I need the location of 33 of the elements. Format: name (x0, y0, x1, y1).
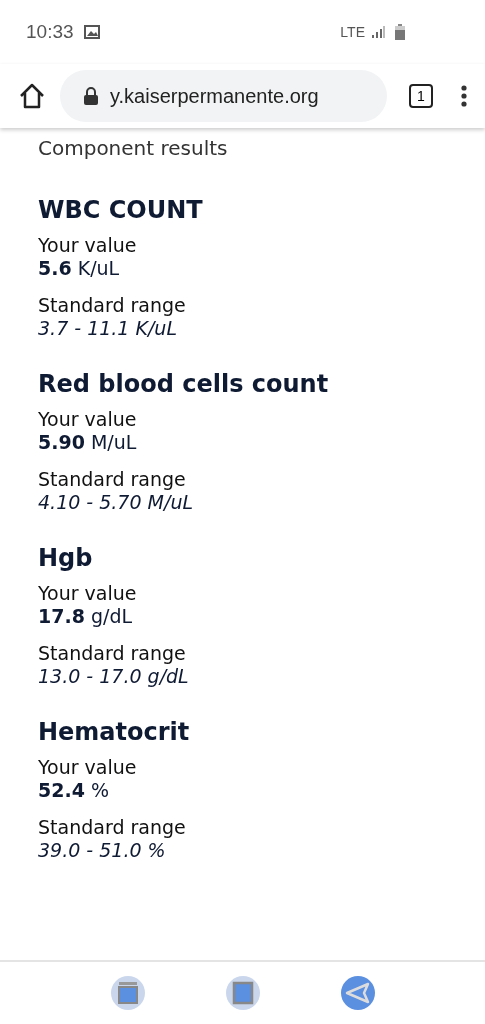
page-heading: Component results (38, 136, 229, 160)
result-value: 5.6 K/uL (38, 256, 121, 280)
result-value: 17.8 g/dL (38, 604, 134, 628)
result-name: Hematocrit (38, 718, 191, 746)
address-bar[interactable]: y.kaiserpermanente.org (60, 70, 387, 122)
result-name: WBC COUNT (38, 196, 204, 224)
clock-time: 10:33 (26, 21, 74, 43)
range-label: Standard range (38, 468, 187, 490)
range-label: Standard range (38, 642, 187, 664)
network-type: LTE (340, 24, 365, 40)
standard-range: 13.0 - 17.0 g/dL (38, 664, 190, 688)
value-label: Your value (38, 234, 138, 256)
result-value: 5.90 M/uL (38, 430, 138, 454)
menu-icon[interactable] (461, 85, 467, 107)
image-icon (83, 25, 100, 39)
value-label: Your value (38, 756, 138, 778)
home-icon[interactable] (18, 83, 46, 109)
result-name: Hgb (38, 544, 94, 572)
range-label: Standard range (38, 816, 187, 838)
range-label: Standard range (38, 294, 187, 316)
back-icon[interactable] (339, 975, 376, 1011)
standard-range: 4.10 - 5.70 M/uL (38, 490, 194, 514)
standard-range: 3.7 - 11.1 K/uL (38, 316, 178, 340)
value-label: Your value (38, 582, 138, 604)
result-value: 52.4 % (38, 778, 110, 802)
recent-apps-icon[interactable] (109, 975, 146, 1011)
standard-range: 39.0 - 51.0 % (38, 838, 167, 862)
tab-count[interactable]: 1 (409, 84, 433, 108)
battery-icon (395, 24, 405, 40)
signal-icon (371, 26, 385, 38)
value-label: Your value (38, 408, 138, 430)
result-name: Red blood cells count (38, 370, 330, 398)
lock-icon (84, 87, 98, 105)
